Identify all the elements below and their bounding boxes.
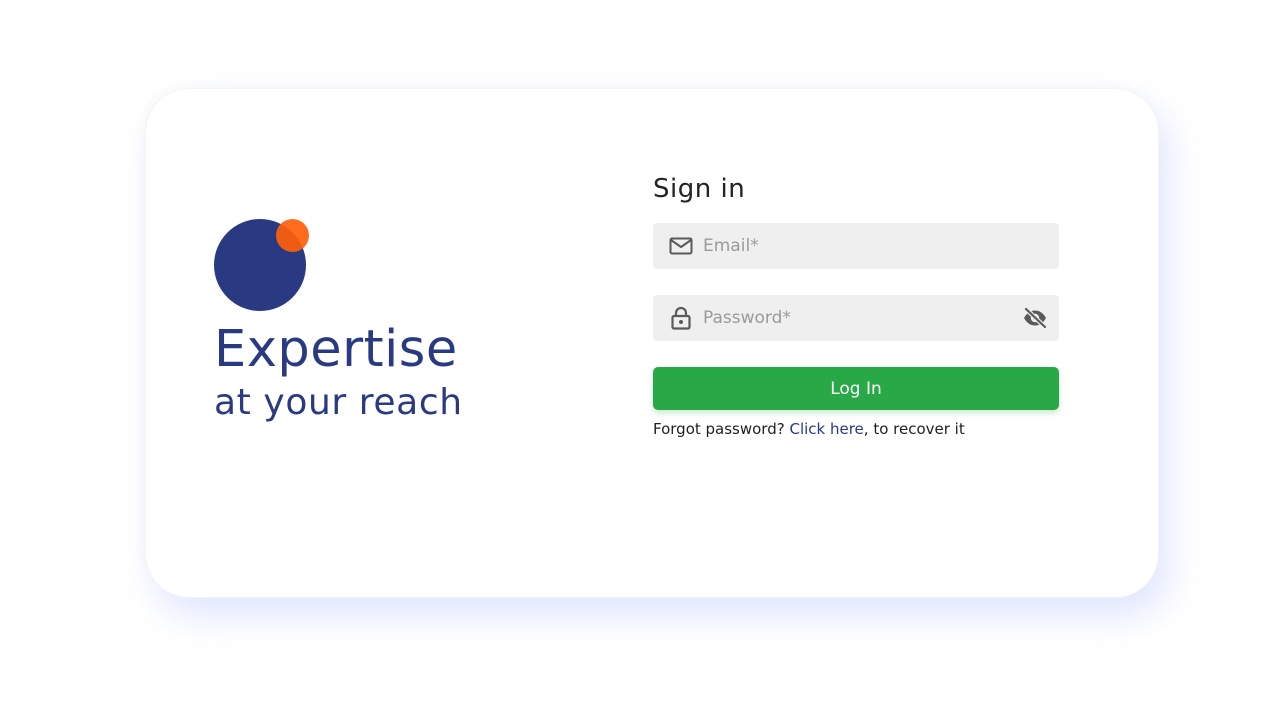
forgot-password-prefix: Forgot password? bbox=[653, 420, 790, 438]
email-field[interactable] bbox=[653, 223, 1059, 269]
login-card: Expertise at your reach Sign in Email* L… bbox=[145, 88, 1159, 598]
recover-password-link[interactable]: Click here bbox=[789, 420, 863, 438]
login-button[interactable]: Log In bbox=[653, 367, 1059, 410]
email-input[interactable] bbox=[703, 223, 1059, 269]
brand-title: Expertise bbox=[214, 320, 458, 379]
brand-subtitle: at your reach bbox=[214, 382, 463, 423]
forgot-password-suffix: , to recover it bbox=[863, 420, 965, 438]
sign-in-form: Sign in Email* Log In Forgot password? C… bbox=[653, 173, 1059, 438]
password-field[interactable] bbox=[653, 295, 1059, 341]
brand-logo bbox=[214, 215, 324, 315]
eye-off-icon[interactable] bbox=[1021, 306, 1049, 330]
brand-section: Expertise at your reach bbox=[214, 215, 534, 435]
mail-icon bbox=[669, 234, 693, 258]
lock-icon bbox=[669, 306, 693, 330]
password-input[interactable] bbox=[703, 295, 1021, 341]
logo-small-circle bbox=[276, 219, 309, 252]
form-title: Sign in bbox=[653, 174, 746, 204]
forgot-password-text: Forgot password? Click here, to recover … bbox=[653, 420, 1059, 438]
